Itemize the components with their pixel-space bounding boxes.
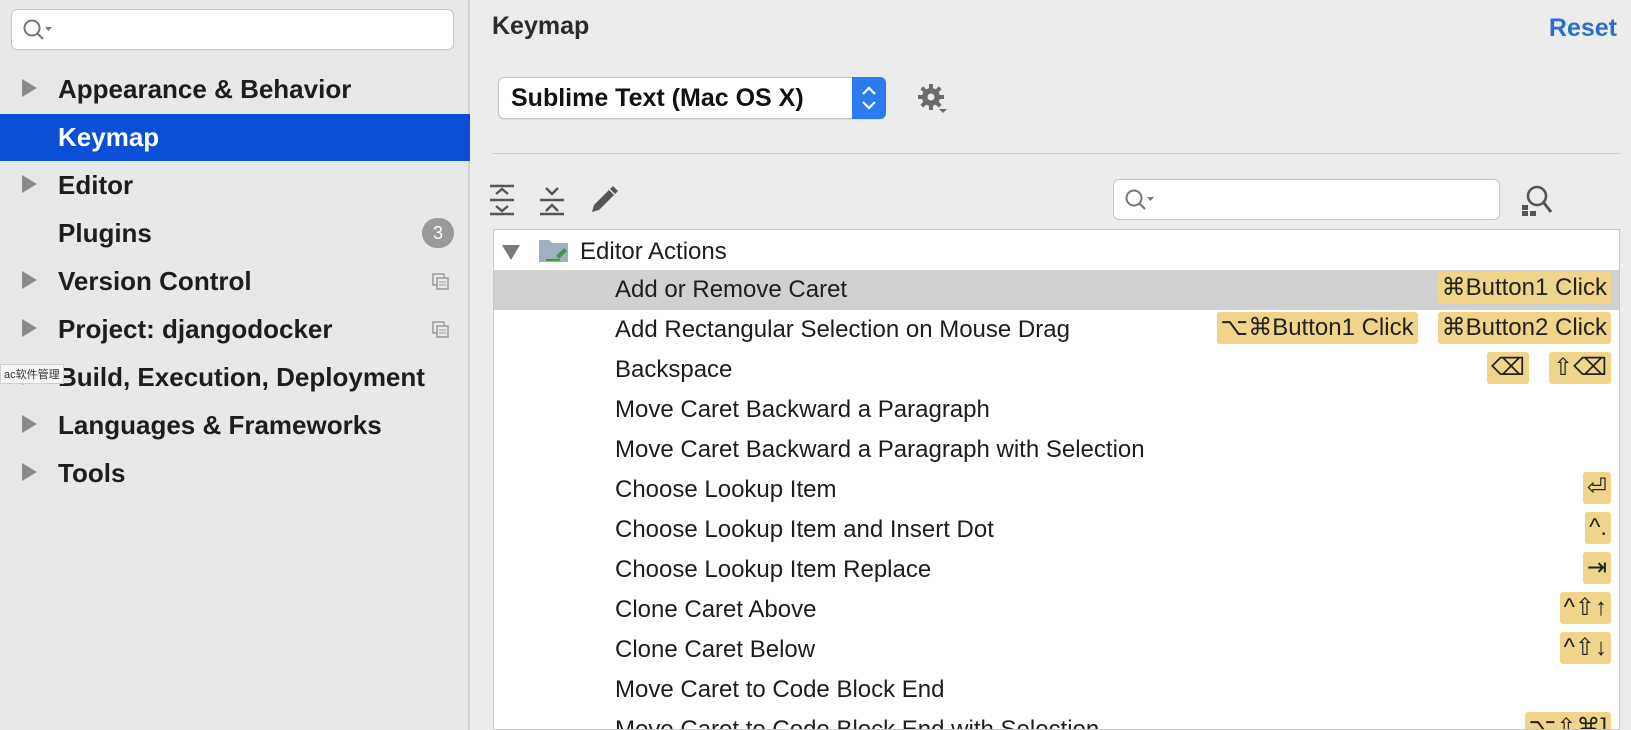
search-icon [1125, 189, 1154, 210]
action-name: Choose Lookup Item and Insert Dot [615, 516, 994, 543]
keymap-action-row[interactable]: Add or Remove Caret ⌘Button1 Click [494, 270, 1619, 310]
shortcut-list: ^⇧↑ [1559, 592, 1611, 624]
sidebar-item-plugins[interactable]: Plugins 3 [0, 210, 470, 257]
shortcut-list: ⌫ ⇧⌫ [1487, 352, 1611, 384]
find-by-shortcut-icon[interactable] [1520, 183, 1554, 217]
sidebar-item-label: Editor [58, 170, 134, 200]
keymap-panel: Keymap Reset Sublime Text (Mac OS X) Edi… [472, 0, 1631, 730]
action-name: Move Caret Backward a Paragraph [615, 396, 990, 423]
select-stepper-icon[interactable] [852, 77, 886, 119]
action-name: Add or Remove Caret [615, 276, 848, 303]
expand-arrow-icon[interactable] [22, 463, 37, 481]
shortcut-list: ^. [1585, 512, 1611, 544]
expand-arrow-icon[interactable] [22, 79, 37, 97]
sidebar-item-project[interactable]: Project: djangodocker [0, 306, 470, 353]
shortcut-badge: ⌘Button2 Click [1437, 312, 1611, 344]
sidebar-item-languages-frameworks[interactable]: Languages & Frameworks [0, 402, 470, 449]
action-name: Clone Caret Above [615, 596, 817, 623]
page-title: Keymap [492, 12, 590, 40]
keymap-action-row[interactable]: Choose Lookup Item ⏎ [494, 470, 1619, 510]
sidebar-item-label: Languages & Frameworks [58, 410, 382, 440]
sidebar-item-label: Keymap [58, 122, 160, 152]
folder-icon [539, 240, 568, 262]
shortcut-list: ^⇧↓ [1559, 632, 1611, 664]
collapse-all-icon[interactable] [538, 184, 566, 216]
shortcut-badge: ⌥⌘Button1 Click [1216, 312, 1418, 344]
expand-arrow-icon[interactable] [22, 271, 37, 289]
sidebar-item-tools[interactable]: Tools [0, 450, 470, 497]
sidebar-item-label: Plugins [58, 218, 152, 248]
tree-group-editor-actions[interactable]: Editor Actions [494, 230, 1619, 270]
expand-arrow-icon[interactable] [22, 175, 37, 193]
plugins-update-badge: 3 [422, 218, 454, 248]
shortcut-badge: ⏎ [1582, 472, 1611, 504]
sidebar-item-label: Tools [58, 458, 126, 488]
sidebar-item-label: Version Control [58, 266, 252, 296]
keymap-scheme-value: Sublime Text (Mac OS X) [511, 84, 804, 112]
shortcut-list: ⌘Button1 Click [1437, 272, 1611, 304]
sidebar-item-appearance-behavior[interactable]: Appearance & Behavior [0, 66, 470, 113]
keymap-action-row[interactable]: Move Caret Backward a Paragraph [494, 390, 1619, 430]
shortcut-list: ⌥⇧⌘] [1524, 712, 1611, 729]
sidebar-item-label: Appearance & Behavior [58, 74, 352, 104]
shortcut-list: ⇥ [1582, 552, 1611, 584]
reset-link[interactable]: Reset [1549, 14, 1617, 43]
shortcut-badge: ⇧⌫ [1548, 352, 1611, 384]
shortcut-badge: ⌫ [1487, 352, 1529, 384]
action-search-input[interactable] [1113, 179, 1500, 220]
keymap-action-row[interactable]: Choose Lookup Item and Insert Dot ^. [494, 510, 1619, 550]
shortcut-badge: ⌥⇧⌘] [1524, 712, 1611, 729]
action-name: Move Caret to Code Block End [615, 676, 945, 703]
keymap-action-row[interactable]: Clone Caret Above ^⇧↑ [494, 590, 1619, 630]
action-name: Move Caret to Code Block End with Select… [615, 716, 1100, 730]
search-icon [23, 19, 52, 40]
keymap-action-row[interactable]: Backspace ⌫ ⇧⌫ [494, 350, 1619, 390]
keymap-action-row[interactable]: Move Caret to Code Block End [494, 670, 1619, 710]
shortcut-badge: ^⇧↑ [1559, 592, 1611, 624]
sidebar-item-version-control[interactable]: Version Control [0, 258, 470, 305]
settings-search-input[interactable] [11, 9, 454, 50]
keymap-action-row[interactable]: Choose Lookup Item Replace ⇥ [494, 550, 1619, 590]
expand-arrow-icon[interactable] [22, 415, 37, 433]
shortcut-badge: ⌘Button1 Click [1437, 272, 1611, 304]
shortcut-badge: ⇥ [1582, 552, 1611, 584]
keymap-action-row[interactable]: Clone Caret Below ^⇧↓ [494, 630, 1619, 670]
shortcut-list: ⌥⌘Button1 Click ⌘Button2 Click [1216, 312, 1611, 344]
gear-icon[interactable] [916, 82, 952, 118]
action-name: Clone Caret Below [615, 636, 816, 663]
action-name: Choose Lookup Item Replace [615, 556, 932, 583]
keymap-action-row[interactable]: Add Rectangular Selection on Mouse Drag ⌥… [494, 310, 1619, 350]
sidebar-item-label: Project: djangodocker [58, 314, 333, 344]
expand-arrow-icon[interactable] [22, 319, 37, 337]
edit-pencil-icon[interactable] [588, 184, 620, 216]
sidebar-item-build-execution-deployment[interactable]: Build, Execution, Deployment [0, 354, 470, 401]
divider [492, 153, 1621, 154]
shortcut-badge: ^. [1585, 512, 1611, 544]
settings-sidebar: Appearance & Behavior Keymap Editor Plug… [0, 0, 470, 730]
expand-all-icon[interactable] [488, 184, 516, 216]
action-name: Backspace [615, 356, 733, 383]
collapse-arrow-icon[interactable] [502, 245, 520, 260]
project-level-icon [432, 273, 449, 290]
action-name: Move Caret Backward a Paragraph with Sel… [615, 436, 1145, 463]
watermark-tag: ac软件管理 [0, 364, 64, 384]
keymap-action-row[interactable]: Move Caret Backward a Paragraph with Sel… [494, 430, 1619, 470]
shortcut-badge: ^⇧↓ [1559, 632, 1611, 664]
keymap-action-row[interactable]: Move Caret to Code Block End with Select… [494, 710, 1619, 730]
shortcut-list: ⏎ [1582, 472, 1611, 504]
tree-group-label: Editor Actions [580, 238, 727, 265]
sidebar-item-label: Build, Execution, Deployment [58, 362, 425, 392]
project-level-icon [432, 321, 449, 338]
action-name: Choose Lookup Item [615, 476, 837, 503]
keymap-scheme-select[interactable]: Sublime Text (Mac OS X) [498, 77, 886, 119]
action-name: Add Rectangular Selection on Mouse Drag [615, 316, 1070, 343]
keymap-action-tree[interactable]: Editor Actions Add or Remove Caret ⌘Butto… [493, 229, 1620, 730]
sidebar-item-keymap[interactable]: Keymap [0, 114, 470, 161]
sidebar-item-editor[interactable]: Editor [0, 162, 470, 209]
